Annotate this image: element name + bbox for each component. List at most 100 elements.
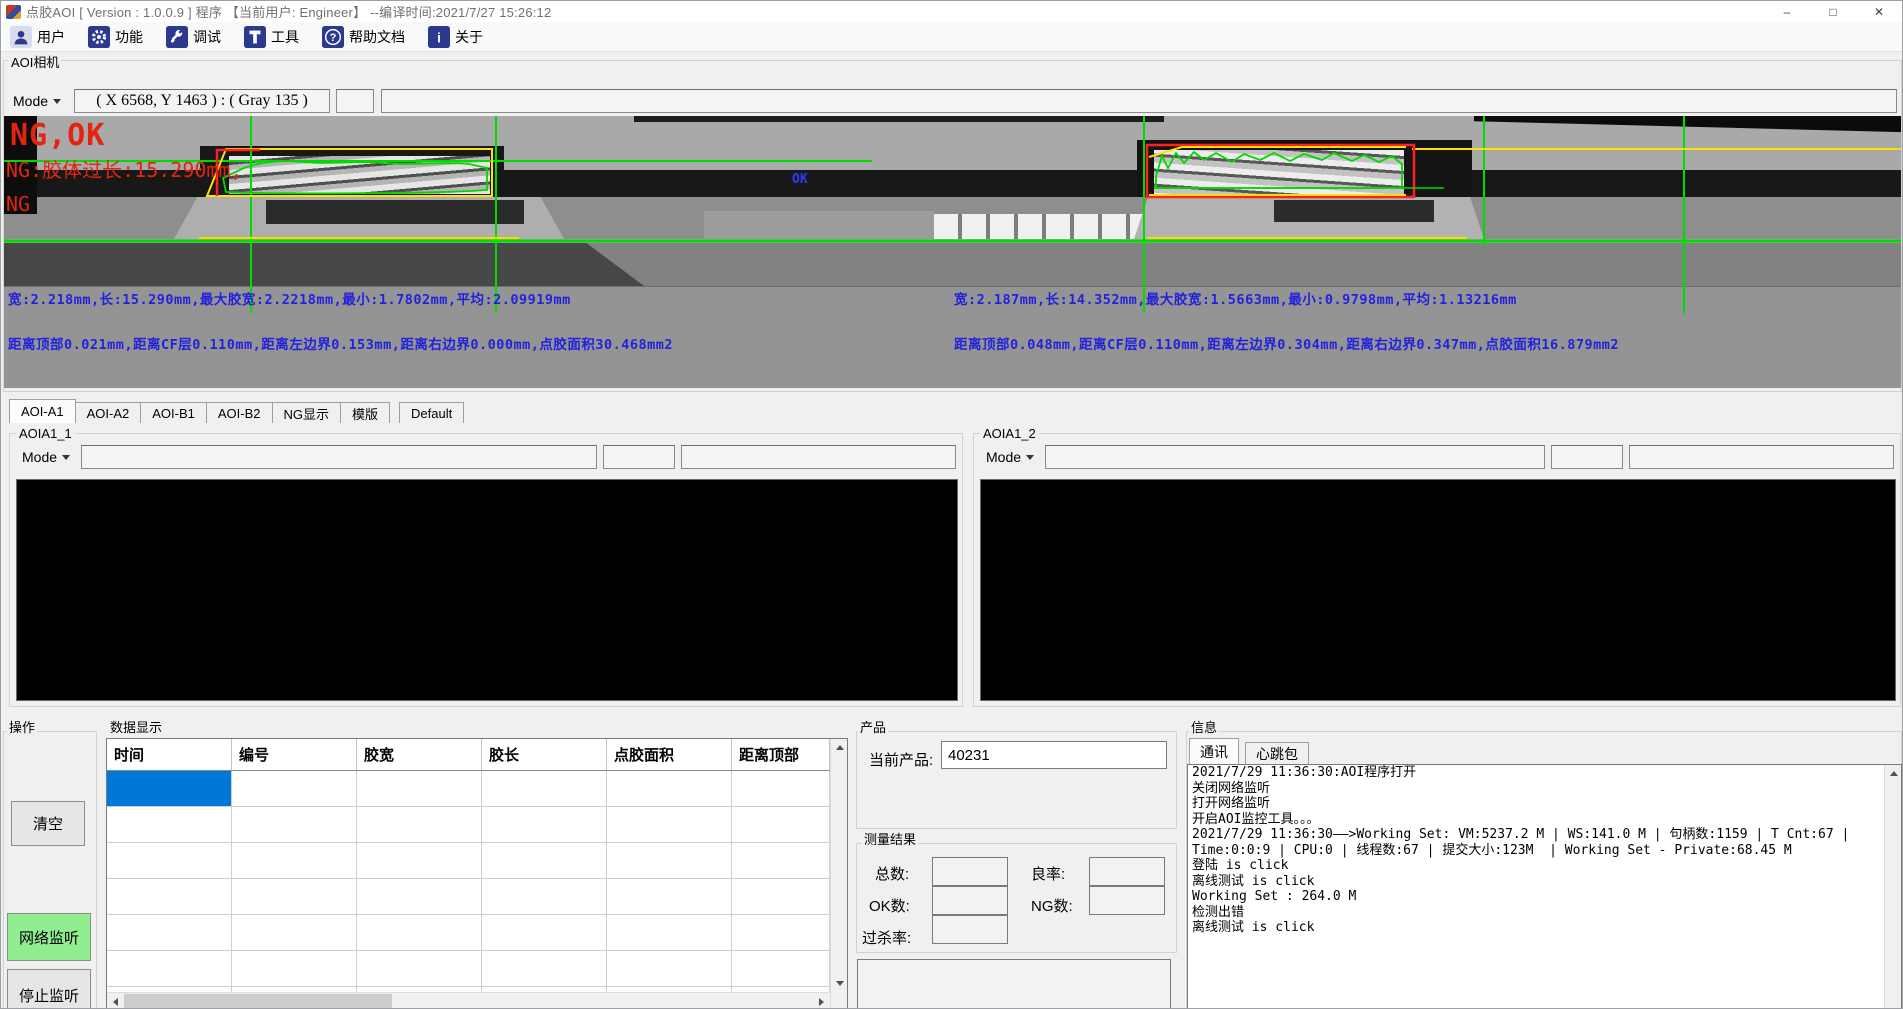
- left-glue-ribbon: [229, 156, 490, 194]
- table-horizontal-scrollbar[interactable]: [107, 992, 830, 1009]
- col-header-id[interactable]: 编号: [232, 739, 357, 770]
- horizontal-scroll-thumb[interactable]: [124, 994, 392, 1009]
- product-group-label: 产品: [858, 717, 888, 736]
- table-row[interactable]: [107, 771, 847, 807]
- table-vertical-scrollbar[interactable]: [830, 739, 847, 1009]
- clear-button[interactable]: 清空: [11, 801, 85, 846]
- panel-aoia1-2-label: AOIA1_2: [980, 426, 1039, 441]
- overkill-rate-label: 过杀率:: [862, 927, 911, 948]
- toolbar-user-label: 用户: [37, 27, 65, 47]
- table-row[interactable]: [107, 951, 847, 987]
- tab-aoi-b1[interactable]: AOI-B1: [140, 402, 207, 423]
- ng-label-text: NG: [6, 192, 30, 216]
- toolbar-debug-label: 调试: [193, 27, 221, 47]
- tab-communication[interactable]: 通讯: [1189, 738, 1239, 764]
- camera-mode-field-2: [336, 89, 374, 113]
- measure-result-group-label: 测量结果: [862, 829, 918, 848]
- yield-label: 良率:: [1031, 863, 1065, 884]
- aoi-tab-strip: AOI-A1 AOI-A2 AOI-B1 AOI-B2 NG显示 模版 Defa…: [9, 399, 463, 423]
- operation-group-label: 操作: [7, 717, 37, 736]
- log-line: 离线测试 is click: [1188, 874, 1901, 890]
- chevron-down-icon: [53, 99, 61, 104]
- camera-mode-dropdown[interactable]: Mode: [7, 89, 67, 113]
- window-title: 点胶AOI [ Version : 1.0.0.9 ] 程序 【当前用户: En…: [26, 2, 551, 21]
- panel-aoia1-1: AOIA1_1 Mode: [9, 433, 963, 707]
- right-measurement-line2: 距离顶部0.048mm,距离CF层0.110mm,距离左边界0.304mm,距离…: [954, 333, 1619, 353]
- product-note-panel: [857, 959, 1171, 1009]
- toolbar-debug-button[interactable]: 调试: [163, 24, 224, 50]
- close-button[interactable]: ✕: [1856, 1, 1902, 22]
- network-listen-button[interactable]: 网络监听: [7, 913, 91, 961]
- panel2-mode-label: Mode: [986, 449, 1021, 465]
- ok-count-field[interactable]: [932, 886, 1008, 915]
- log-line: 打开网络监听: [1188, 796, 1901, 812]
- toolbar-user-button[interactable]: 用户: [7, 24, 68, 50]
- toolbar-function-button[interactable]: 功能: [85, 24, 146, 50]
- camera-bg: [1474, 116, 1901, 142]
- minimize-button[interactable]: –: [1764, 1, 1810, 22]
- toolbar-about-label: 关于: [455, 27, 483, 47]
- col-header-glue-width[interactable]: 胶宽: [357, 739, 482, 770]
- tab-ng-display[interactable]: NG显示: [272, 402, 342, 423]
- scroll-right-button[interactable]: [813, 993, 830, 1009]
- ng-count-field[interactable]: [1089, 886, 1165, 915]
- table-row[interactable]: [107, 915, 847, 951]
- camera-bg: [266, 200, 524, 224]
- camera-bg: [634, 116, 1164, 122]
- communication-log[interactable]: 2021/7/29 11:36:30:AOI程序打开 关闭网络监听 打开网络监听…: [1187, 764, 1902, 1009]
- ng-count-label: NG数:: [1031, 895, 1073, 916]
- log-vertical-scrollbar[interactable]: [1884, 765, 1901, 1009]
- col-header-dist-top[interactable]: 距离顶部: [732, 739, 830, 770]
- camera-image[interactable]: NG,OK NG:胶体过长:15.290mm, NG OK 宽:2.218mm,…: [4, 116, 1901, 388]
- ng-reason-text: NG:胶体过长:15.290mm,: [6, 154, 243, 183]
- toolbar-about-button[interactable]: i 关于: [425, 24, 486, 50]
- col-header-glue-area[interactable]: 点胶面积: [607, 739, 732, 770]
- selected-cell[interactable]: [107, 771, 232, 806]
- tab-aoi-a1[interactable]: AOI-A1: [9, 399, 76, 423]
- panel1-image-view[interactable]: [16, 479, 958, 701]
- maximize-button[interactable]: □: [1810, 1, 1856, 22]
- window-controls: – □ ✕: [1764, 1, 1902, 22]
- log-line: Working Set : 264.0 M: [1188, 889, 1901, 905]
- yield-field[interactable]: [1089, 857, 1165, 886]
- toolbar-help-button[interactable]: ? 帮助文档: [319, 24, 408, 50]
- panel2-image-view[interactable]: [980, 479, 1896, 701]
- panel1-field-2: [603, 445, 675, 469]
- data-display-group-label: 数据显示: [108, 717, 164, 736]
- svg-text:i: i: [437, 30, 441, 45]
- table-row[interactable]: [107, 807, 847, 843]
- camera-mode-bar: Mode ( X 6568, Y 1463 ) : ( Gray 135 ): [7, 89, 1897, 113]
- panel2-mode-dropdown[interactable]: Mode: [980, 445, 1040, 469]
- app-window: 点胶AOI [ Version : 1.0.0.9 ] 程序 【当前用户: En…: [0, 0, 1903, 1009]
- scroll-down-button[interactable]: [831, 975, 848, 992]
- right-measurement-line1: 宽:2.187mm,长:14.352mm,最大胶宽:1.5663mm,最小:0.…: [954, 288, 1517, 308]
- title-bar: 点胶AOI [ Version : 1.0.0.9 ] 程序 【当前用户: En…: [1, 1, 1902, 22]
- table-row[interactable]: [107, 843, 847, 879]
- overkill-rate-field[interactable]: [932, 915, 1008, 944]
- tab-aoi-b2[interactable]: AOI-B2: [206, 402, 273, 423]
- panel1-mode-dropdown[interactable]: Mode: [16, 445, 76, 469]
- tab-heartbeat[interactable]: 心跳包: [1245, 742, 1309, 764]
- total-count-field[interactable]: [932, 857, 1008, 886]
- col-header-glue-length[interactable]: 胶长: [482, 739, 607, 770]
- toolbar-tools-button[interactable]: 工具: [241, 24, 302, 50]
- camera-mode-field-3: [381, 89, 1897, 113]
- log-line: 关闭网络监听: [1188, 781, 1901, 797]
- tab-aoi-a2[interactable]: AOI-A2: [75, 402, 142, 423]
- log-line: Time:0:0:9 | CPU:0 | 线程数:67 | 提交大小:123M …: [1188, 843, 1901, 859]
- stop-listen-button[interactable]: 停止监听: [7, 969, 91, 1009]
- scroll-up-button[interactable]: [1885, 765, 1902, 782]
- tab-template[interactable]: 模版: [340, 402, 390, 423]
- current-product-input[interactable]: 40231: [941, 741, 1167, 769]
- col-header-time[interactable]: 时间: [107, 739, 232, 770]
- ok-label-text: OK: [792, 172, 808, 187]
- camera-coordinate-readout: ( X 6568, Y 1463 ) : ( Gray 135 ): [74, 89, 330, 113]
- panel-aoia1-1-label: AOIA1_1: [16, 426, 75, 441]
- tab-default[interactable]: Default: [399, 402, 464, 423]
- table-row[interactable]: [107, 879, 847, 915]
- scroll-up-button[interactable]: [831, 739, 848, 756]
- svg-text:?: ?: [330, 32, 337, 44]
- camera-mode-label: Mode: [13, 93, 48, 109]
- panel2-field-3: [1629, 445, 1894, 469]
- scroll-left-button[interactable]: [107, 993, 124, 1009]
